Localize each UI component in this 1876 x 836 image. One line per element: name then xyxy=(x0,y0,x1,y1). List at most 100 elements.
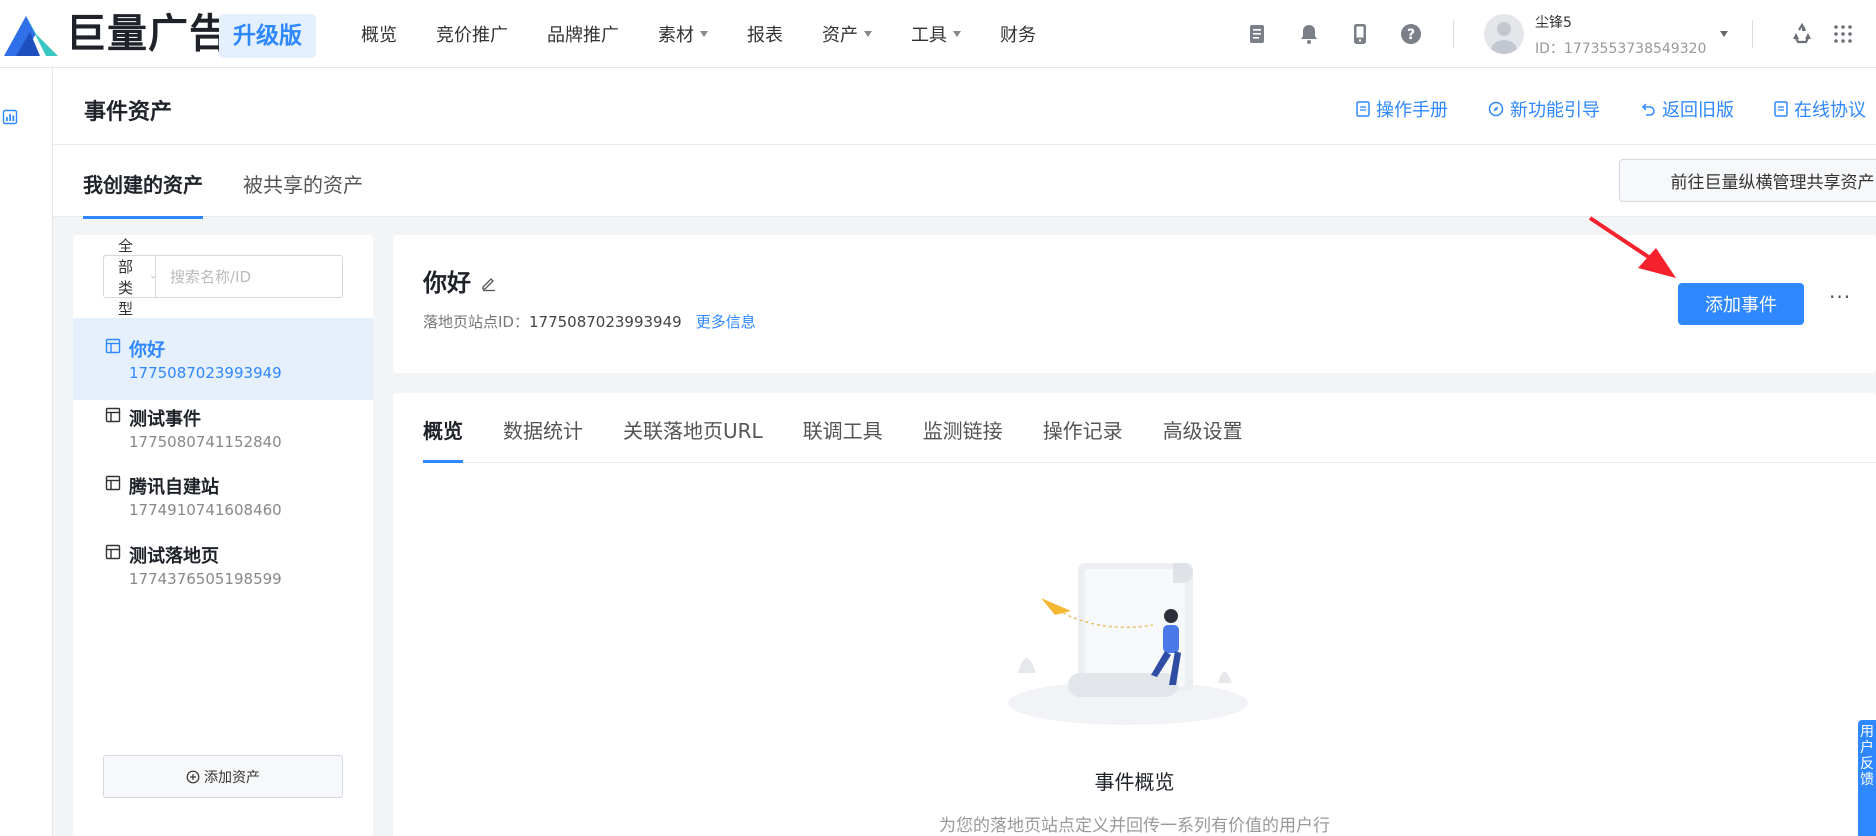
more-actions-icon[interactable]: ··· xyxy=(1829,285,1851,309)
document-icon xyxy=(1774,101,1788,117)
asset-id: 1775080741152840 xyxy=(129,433,282,451)
avatar[interactable] xyxy=(1484,14,1524,54)
asset-name: 你好 xyxy=(129,340,165,361)
red-arrow-annotation-icon xyxy=(1588,216,1676,278)
overview-description: 为您的落地页站点定义并回传一系列有价值的用户行 xyxy=(939,816,1330,836)
nav-label: 竞价推广 xyxy=(436,25,508,46)
empty-state-illustration xyxy=(1008,563,1248,725)
nav-item-brand-promotion[interactable]: 品牌推广 xyxy=(547,21,619,47)
nav-label: 报表 xyxy=(747,25,783,46)
event-overview-card: 概览 数据统计 关联落地页URL 联调工具 监测链接 操作记录 高级设置 事件概… xyxy=(393,393,1876,836)
page-title: 事件资产 xyxy=(84,100,173,125)
tab-data-statistics[interactable]: 数据统计 xyxy=(503,393,583,463)
site-id-meta: 落地页站点ID：1775087023993949 更多信息 xyxy=(423,311,756,332)
add-event-button[interactable]: 添加事件 xyxy=(1678,283,1804,325)
user-silhouette-icon xyxy=(1491,22,1517,54)
asset-list-item[interactable]: 测试落地页 1774376505198599 xyxy=(73,524,373,606)
feedback-tab[interactable]: 用户反馈 xyxy=(1858,720,1876,836)
nav-label: 财务 xyxy=(1000,25,1036,46)
user-name: 尘锋5 xyxy=(1535,15,1572,31)
top-navigation-bar: 巨量广告 升级版 概览 竞价推广 品牌推广 素材 报表 资产 工具 财务 ? 尘… xyxy=(0,0,1876,68)
asset-id: 1774376505198599 xyxy=(129,570,282,588)
upgrade-version-badge: 升级版 xyxy=(219,14,316,58)
compass-icon xyxy=(1488,101,1504,117)
asset-tabs-bar: 我创建的资产 被共享的资产 前往巨量纵横管理共享资产 xyxy=(53,145,1876,219)
caret-down-icon xyxy=(864,31,872,37)
site-id-value: 1775087023993949 xyxy=(528,313,682,331)
divider xyxy=(1752,20,1753,48)
asset-filter: 全部类型 xyxy=(103,237,365,318)
help-icon[interactable]: ? xyxy=(1399,22,1423,46)
nav-item-finance[interactable]: 财务 xyxy=(1000,21,1036,47)
brand-logo-icon[interactable] xyxy=(2,10,60,58)
left-rail xyxy=(0,68,53,836)
nav-item-overview[interactable]: 概览 xyxy=(361,21,397,47)
detail-tabs: 概览 数据统计 关联落地页URL 联调工具 监测链接 操作记录 高级设置 xyxy=(423,393,1876,463)
asset-title: 你好 xyxy=(423,269,471,297)
caret-down-icon xyxy=(953,31,961,37)
tab-debug-tools[interactable]: 联调工具 xyxy=(803,393,883,463)
main-nav: 概览 竞价推广 品牌推广 素材 报表 资产 工具 财务 xyxy=(361,0,1075,68)
nav-item-materials[interactable]: 素材 xyxy=(658,21,708,47)
recycle-icon[interactable] xyxy=(1790,22,1814,46)
edit-pencil-icon[interactable] xyxy=(480,274,498,292)
tab-advanced-settings[interactable]: 高级设置 xyxy=(1163,393,1243,463)
new-feature-guide-label: 新功能引导 xyxy=(1510,100,1600,121)
tab-linked-landing-url[interactable]: 关联落地页URL xyxy=(623,393,763,463)
search-input[interactable] xyxy=(156,256,365,297)
asset-name: 腾讯自建站 xyxy=(129,477,219,498)
nav-label: 工具 xyxy=(911,25,947,46)
nav-item-assets[interactable]: 资产 xyxy=(822,21,872,47)
new-feature-guide-link[interactable]: 新功能引导 xyxy=(1488,96,1600,122)
site-id-label: 落地页站点ID： xyxy=(423,313,529,331)
mobile-phone-icon[interactable] xyxy=(1348,22,1372,46)
more-info-link[interactable]: 更多信息 xyxy=(696,313,756,331)
caret-down-icon xyxy=(700,31,708,37)
nav-label: 素材 xyxy=(658,25,694,46)
tab-monitoring-links[interactable]: 监测链接 xyxy=(923,393,1003,463)
layout-icon xyxy=(105,407,121,423)
overview-title: 事件概览 xyxy=(1094,770,1175,794)
asset-list-panel: 全部类型 你好 1775087023993949 测试事件 1775080741… xyxy=(73,235,373,836)
type-select-value: 全部类型 xyxy=(118,236,134,318)
data-chart-icon[interactable] xyxy=(2,109,18,125)
add-asset-button[interactable]: 添加资产 xyxy=(103,755,343,798)
nav-item-tools[interactable]: 工具 xyxy=(911,21,961,47)
type-select[interactable]: 全部类型 xyxy=(104,237,157,318)
user-id: ID：1773553738549320 xyxy=(1535,41,1707,57)
nav-label: 品牌推广 xyxy=(547,25,619,46)
document-list-icon[interactable] xyxy=(1245,22,1269,46)
back-to-old-version-label: 返回旧版 xyxy=(1662,100,1734,121)
nav-item-reports[interactable]: 报表 xyxy=(747,21,783,47)
layout-icon xyxy=(105,338,121,354)
manual-link[interactable]: 操作手册 xyxy=(1356,96,1448,122)
tab-operation-log[interactable]: 操作记录 xyxy=(1043,393,1123,463)
page-header: 事件资产 操作手册 新功能引导 返回旧版 在线协议 xyxy=(53,68,1876,145)
undo-icon xyxy=(1641,103,1655,116)
asset-name: 测试事件 xyxy=(129,409,201,430)
svg-text:?: ? xyxy=(1407,27,1415,43)
asset-id: 1774910741608460 xyxy=(129,501,282,519)
feedback-label: 用户反馈 xyxy=(1860,724,1874,788)
chevron-down-icon xyxy=(150,275,155,278)
document-icon xyxy=(1356,101,1370,117)
bell-icon[interactable] xyxy=(1297,22,1321,46)
layout-icon xyxy=(105,475,121,491)
user-menu-caret-icon[interactable] xyxy=(1720,31,1728,37)
online-agreement-label: 在线协议 xyxy=(1794,100,1866,121)
tab-my-assets[interactable]: 我创建的资产 xyxy=(83,169,203,219)
asset-name: 测试落地页 xyxy=(129,546,219,567)
nav-label: 资产 xyxy=(822,25,858,46)
brand-name[interactable]: 巨量广告 xyxy=(66,10,230,58)
manual-link-label: 操作手册 xyxy=(1376,100,1448,121)
tab-overview[interactable]: 概览 xyxy=(423,393,463,463)
online-agreement-link[interactable]: 在线协议 xyxy=(1774,96,1866,122)
tab-shared-assets[interactable]: 被共享的资产 xyxy=(243,169,363,216)
asset-id: 1775087023993949 xyxy=(129,364,282,382)
nav-item-bidding[interactable]: 竞价推广 xyxy=(436,21,508,47)
plus-circle-icon xyxy=(186,770,200,783)
apps-grid-icon[interactable] xyxy=(1831,22,1855,46)
manage-shared-assets-button[interactable]: 前往巨量纵横管理共享资产 xyxy=(1619,159,1876,202)
header-links: 操作手册 新功能引导 返回旧版 在线协议 xyxy=(1316,96,1866,122)
back-to-old-version-link[interactable]: 返回旧版 xyxy=(1640,96,1734,122)
